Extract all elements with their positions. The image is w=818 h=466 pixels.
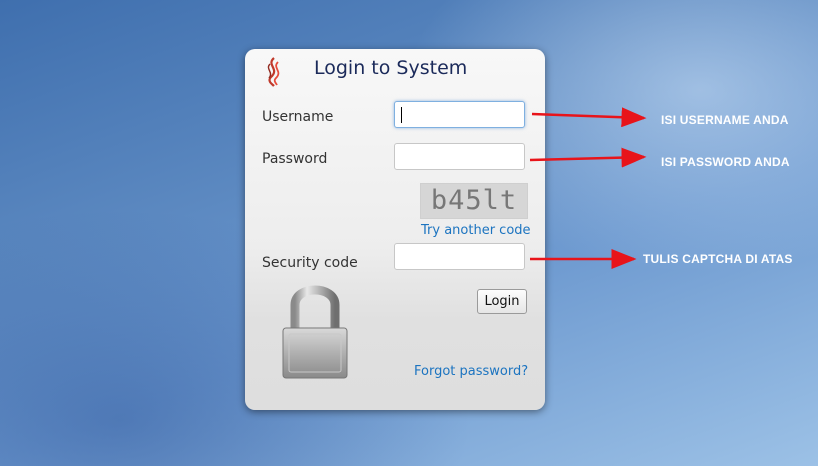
annotation-username: ISI USERNAME ANDA <box>661 113 789 127</box>
login-button[interactable]: Login <box>477 289 527 314</box>
annotation-password: ISI PASSWORD ANDA <box>661 155 790 169</box>
password-label: Password <box>262 151 328 167</box>
login-panel: Login to System Username Password b45lt … <box>245 49 545 410</box>
flame-logo-icon <box>262 56 286 88</box>
page-title: Login to System <box>314 57 468 79</box>
text-caret <box>401 107 402 123</box>
username-label: Username <box>262 109 334 125</box>
username-input[interactable] <box>394 101 525 128</box>
password-input[interactable] <box>394 143 525 170</box>
forgot-password-link[interactable]: Forgot password? <box>414 364 528 379</box>
security-code-label: Security code <box>262 255 358 271</box>
captcha-image: b45lt <box>420 183 528 219</box>
annotation-captcha: TULIS CAPTCHA DI ATAS <box>643 252 793 266</box>
arrow-password <box>529 147 647 168</box>
arrow-username <box>531 107 647 128</box>
padlock-icon <box>275 280 355 380</box>
try-another-code-link[interactable]: Try another code <box>421 223 531 238</box>
security-code-input[interactable] <box>394 243 525 270</box>
